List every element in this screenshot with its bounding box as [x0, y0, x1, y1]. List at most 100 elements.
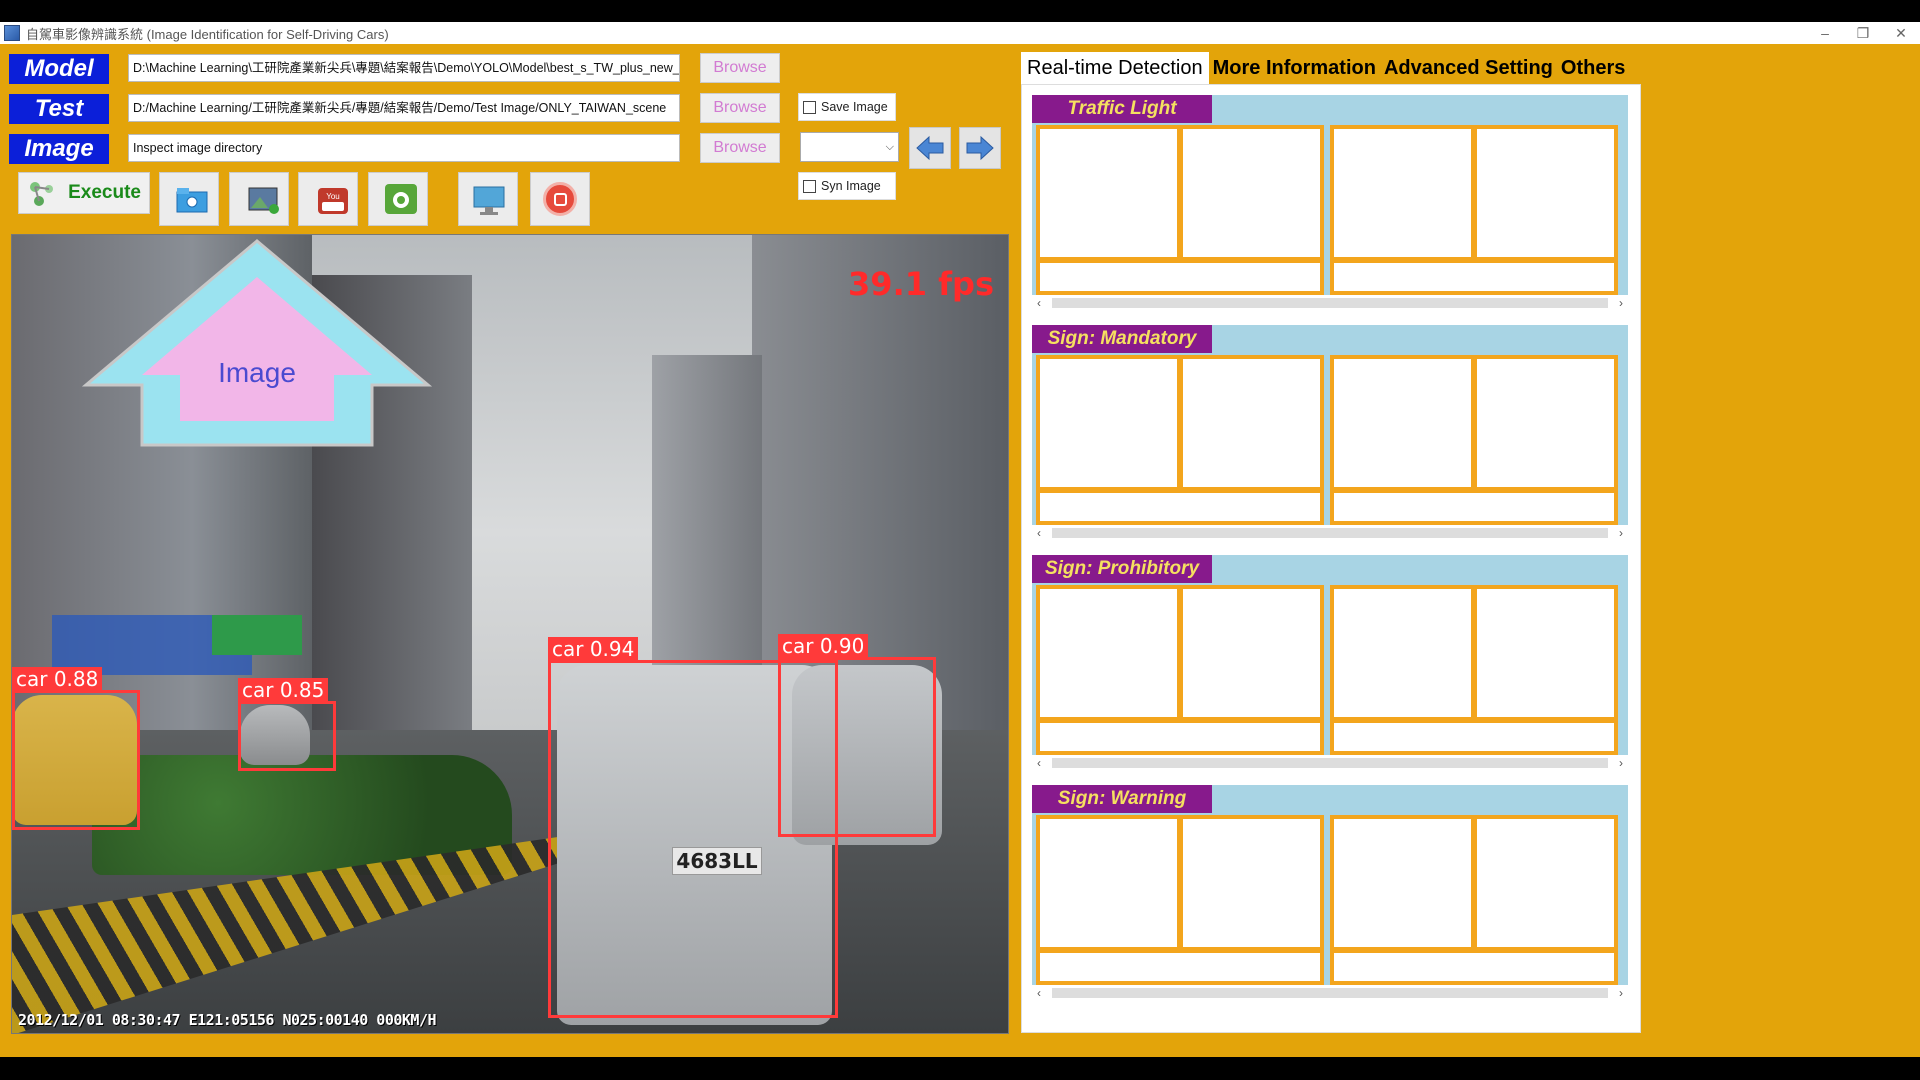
syn-image-checkbox-box[interactable] [803, 179, 816, 193]
arrow-right-icon [966, 135, 994, 161]
detection-viewport: 4683LL car 0.88 car 0.85 car 0.94 car 0.… [11, 234, 1009, 1034]
model-path-input[interactable]: D:\Machine Learning\工研院產業新尖兵\專題\結案報告\Dem… [128, 54, 680, 82]
execute-icon [30, 182, 53, 206]
category-sign-prohibitory: Sign: Prohibitory ‹ › [1032, 555, 1628, 771]
thumbnail-caption [1040, 953, 1320, 981]
horizontal-scrollbar[interactable]: ‹ › [1032, 985, 1628, 1001]
image-browse-button[interactable]: Browse [700, 133, 780, 163]
thumbnail-caption [1040, 493, 1320, 521]
scroll-right-icon[interactable]: › [1619, 525, 1623, 541]
image-path-input[interactable]: Inspect image directory [128, 134, 680, 162]
test-label: Test [9, 94, 109, 124]
tab-advanced-setting[interactable]: Advanced Setting [1380, 52, 1557, 84]
thumbnail-caption [1334, 723, 1614, 751]
tab-real-time-detection[interactable]: Real-time Detection [1021, 52, 1209, 84]
category-sign-warning: Sign: Warning ‹ › [1032, 785, 1628, 1001]
detection-thumbnail-group [1036, 125, 1324, 295]
thumbnail-slot [1334, 129, 1471, 257]
source-folder-button[interactable] [159, 172, 219, 226]
source-image-button[interactable] [229, 172, 289, 226]
scrollbar-track[interactable] [1052, 988, 1608, 998]
thumbnail-slot [1040, 589, 1177, 717]
test-browse-button[interactable]: Browse [700, 93, 780, 123]
detection-thumbnail-group [1036, 815, 1324, 985]
thumbnail-slot [1183, 359, 1320, 487]
detection-thumbnail-group [1330, 585, 1618, 755]
image-label: Image [9, 134, 109, 164]
horizontal-scrollbar[interactable]: ‹ › [1032, 295, 1628, 311]
youtube-icon: You [318, 188, 348, 214]
thumbnail-slot [1183, 129, 1320, 257]
detection-label: car 0.85 [238, 678, 329, 702]
thumbnail-slot [1040, 359, 1177, 487]
source-screen-button[interactable] [458, 172, 518, 226]
thumbnail-slot [1477, 819, 1614, 947]
detection-box: car 0.85 [238, 678, 336, 771]
test-path-input[interactable]: D:/Machine Learning/工研院產業新尖兵/專題/結案報告/Dem… [128, 94, 680, 122]
detection-thumbnail-group [1036, 355, 1324, 525]
save-image-checkbox-box[interactable] [803, 100, 816, 114]
scroll-left-icon[interactable]: ‹ [1037, 985, 1041, 1001]
scroll-right-icon[interactable]: › [1619, 295, 1623, 311]
scrollbar-track[interactable] [1052, 528, 1608, 538]
dashcam-osd: 2012/12/01 08:30:47 E121:05156 N025:0014… [18, 1011, 437, 1029]
scroll-right-icon[interactable]: › [1619, 985, 1623, 1001]
thumbnail-caption [1334, 493, 1614, 521]
scrollbar-track[interactable] [1052, 298, 1608, 308]
tab-others[interactable]: Others [1557, 52, 1629, 84]
thumbnail-slot [1477, 359, 1614, 487]
category-title: Sign: Prohibitory [1032, 555, 1212, 583]
scroll-left-icon[interactable]: ‹ [1037, 295, 1041, 311]
restore-icon[interactable]: ❐ [1844, 25, 1882, 42]
save-image-checkbox[interactable]: Save Image [798, 93, 896, 121]
close-icon[interactable]: ✕ [1882, 25, 1920, 42]
source-droidcam-button[interactable] [368, 172, 428, 226]
source-youtube-button[interactable]: You [298, 172, 358, 226]
detection-box: car 0.88 [12, 667, 140, 830]
model-label: Model [9, 54, 109, 84]
thumbnail-slot [1040, 819, 1177, 947]
minimize-icon[interactable]: – [1806, 25, 1844, 41]
image-select-dropdown[interactable]: ⌵ [800, 132, 899, 162]
app-icon [4, 25, 20, 41]
thumbnail-caption [1334, 953, 1614, 981]
thumbnail-slot [1334, 819, 1471, 947]
execute-button[interactable]: Execute [18, 172, 150, 214]
screen-top-bar [0, 0, 1920, 22]
chevron-down-icon[interactable]: ⌵ [886, 141, 894, 154]
scroll-left-icon[interactable]: ‹ [1037, 755, 1041, 771]
folder-icon [176, 188, 208, 213]
category-title: Traffic Light [1032, 95, 1212, 123]
horizontal-scrollbar[interactable]: ‹ › [1032, 755, 1628, 771]
category-traffic-light: Traffic Light ‹ › [1032, 95, 1628, 311]
horizontal-scrollbar[interactable]: ‹ › [1032, 525, 1628, 541]
detection-box: car 0.90 [778, 634, 936, 837]
category-title: Sign: Warning [1032, 785, 1212, 813]
detection-thumbnail-group [1330, 125, 1618, 295]
screen-bottom-bar [0, 1057, 1920, 1080]
thumbnail-caption [1040, 263, 1320, 291]
scroll-left-icon[interactable]: ‹ [1037, 525, 1041, 541]
stop-button[interactable] [530, 172, 590, 226]
next-image-button[interactable] [959, 127, 1001, 169]
tab-more-information[interactable]: More Information [1209, 52, 1380, 84]
fps-counter: 39.1 fps [848, 265, 994, 303]
detection-label: car 0.94 [548, 637, 639, 661]
image-overlay-arrow: Image [72, 235, 442, 450]
stop-icon [543, 182, 577, 216]
thumbnail-slot [1183, 589, 1320, 717]
thumbnail-slot [1183, 819, 1320, 947]
model-browse-button[interactable]: Browse [700, 53, 780, 83]
tab-body: Traffic Light ‹ › Sign: Mandatory ‹ › Si… [1021, 84, 1641, 1033]
droidcam-icon [385, 184, 417, 214]
syn-image-checkbox[interactable]: Syn Image [798, 172, 896, 200]
detection-thumbnail-group [1330, 815, 1618, 985]
arrow-left-icon [916, 135, 944, 161]
right-panel: Real-time Detection More Information Adv… [1021, 52, 1641, 1033]
detection-label: car 0.90 [778, 634, 869, 658]
thumbnail-caption [1334, 263, 1614, 291]
scrollbar-track[interactable] [1052, 758, 1608, 768]
previous-image-button[interactable] [909, 127, 951, 169]
execute-label: Execute [68, 182, 141, 203]
scroll-right-icon[interactable]: › [1619, 755, 1623, 771]
